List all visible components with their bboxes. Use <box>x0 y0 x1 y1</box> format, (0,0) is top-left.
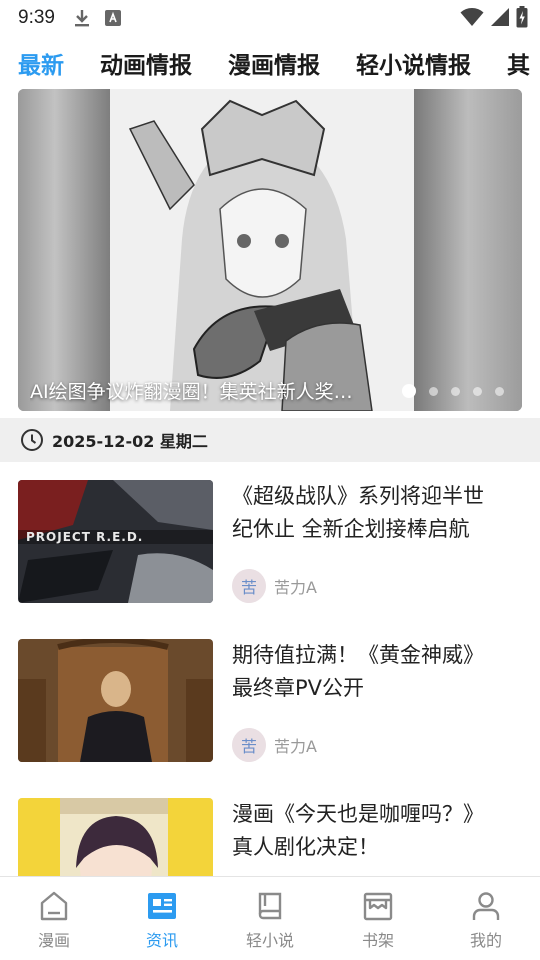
banner-dot[interactable] <box>429 386 438 396</box>
status-notification-icons <box>73 8 121 28</box>
tab-more[interactable]: 其 <box>507 46 530 80</box>
nav-label: 资讯 <box>145 931 178 950</box>
banner-caption: AI绘图争议炸翻漫圈！集英社新人奖… <box>30 381 353 403</box>
author-avatar: 苦 <box>232 569 266 603</box>
news-title-line: 纪休止 全新企划接棒启航 <box>232 517 470 541</box>
nav-manga[interactable]: 漫画 <box>0 877 108 960</box>
battery-icon <box>516 6 528 28</box>
bookshelf-icon <box>363 892 393 921</box>
download-icon <box>74 10 89 27</box>
news-item[interactable]: PROJECT R.E.D. 《超级战队》系列将迎半世 纪休止 全新企划接棒启航… <box>0 480 540 604</box>
nav-light-novel[interactable]: 轻小说 <box>216 877 324 960</box>
news-title: 漫画《今天也是咖喱吗？》 真人剧化决定！ <box>232 798 522 864</box>
news-title-line: 漫画《今天也是咖喱吗？》 <box>232 802 484 826</box>
app-notification-icon <box>104 10 121 26</box>
banner-blur-right <box>414 89 522 411</box>
news-thumbnail: PROJECT R.E.D. <box>18 480 213 603</box>
banner-carousel[interactable]: AI绘图争议炸翻漫圈！集英社新人奖… <box>18 89 522 411</box>
author-name: 苦力A <box>274 578 317 597</box>
date-text: 2025-12-02 星期二 <box>52 432 208 451</box>
banner-page-indicator <box>402 384 504 398</box>
news-thumbnail <box>18 639 213 762</box>
home-icon <box>40 891 68 921</box>
date-header: 2025-12-02 星期二 <box>0 418 540 462</box>
status-bar: 9:39 <box>0 0 540 36</box>
status-system-icons <box>460 6 528 28</box>
thumbnail-logo-text: PROJECT R.E.D. <box>26 530 143 544</box>
nav-label: 轻小说 <box>245 931 294 950</box>
news-author: 苦 苦力A <box>232 728 317 762</box>
bottom-navigation: 漫画 资讯 轻小说 书架 我的 <box>0 876 540 960</box>
wifi-icon <box>460 8 484 26</box>
banner-dot[interactable] <box>402 384 416 398</box>
author-name: 苦力A <box>274 737 317 756</box>
news-title-line: 《超级战队》系列将迎半世 <box>232 484 484 508</box>
nav-label: 我的 <box>469 931 502 950</box>
clock-icon <box>21 429 43 451</box>
nav-label: 漫画 <box>37 931 70 950</box>
news-title-line: 真人剧化决定！ <box>232 835 379 859</box>
cellular-signal-icon <box>491 8 509 26</box>
tab-manga-news[interactable]: 漫画情报 <box>228 46 320 80</box>
news-icon <box>148 893 176 919</box>
nav-bookshelf[interactable]: 书架 <box>324 877 432 960</box>
news-title-line: 最终章PV公开 <box>232 676 365 700</box>
news-title-line: 期待值拉满！《黄金神威》 <box>232 643 484 667</box>
svg-text:苦: 苦 <box>241 578 257 597</box>
news-title: 《超级战队》系列将迎半世 纪休止 全新企划接棒启航 <box>232 480 522 546</box>
news-title: 期待值拉满！《黄金神威》 最终章PV公开 <box>232 639 522 705</box>
svg-text:苦: 苦 <box>241 737 257 756</box>
author-avatar: 苦 <box>232 728 266 762</box>
nav-label: 书架 <box>361 931 394 950</box>
book-icon <box>258 892 282 920</box>
category-tabs: 最新 动画情报 漫画情报 轻小说情报 其 <box>0 40 540 86</box>
status-time: 9:39 <box>18 7 55 28</box>
profile-icon <box>472 892 500 920</box>
banner-illustration <box>110 89 414 411</box>
news-author: 苦 苦力A <box>232 569 317 603</box>
nav-profile[interactable]: 我的 <box>432 877 540 960</box>
tab-latest[interactable]: 最新 <box>18 46 64 80</box>
news-item[interactable]: 期待值拉满！《黄金神威》 最终章PV公开 苦 苦力A <box>0 639 540 763</box>
banner-dot[interactable] <box>495 386 504 396</box>
banner-dot[interactable] <box>473 386 482 396</box>
banner-dot[interactable] <box>451 386 460 396</box>
nav-news[interactable]: 资讯 <box>108 877 216 960</box>
banner-blur-left <box>18 89 110 411</box>
tab-anime-news[interactable]: 动画情报 <box>100 46 192 80</box>
tab-light-novel-news[interactable]: 轻小说情报 <box>356 46 471 80</box>
